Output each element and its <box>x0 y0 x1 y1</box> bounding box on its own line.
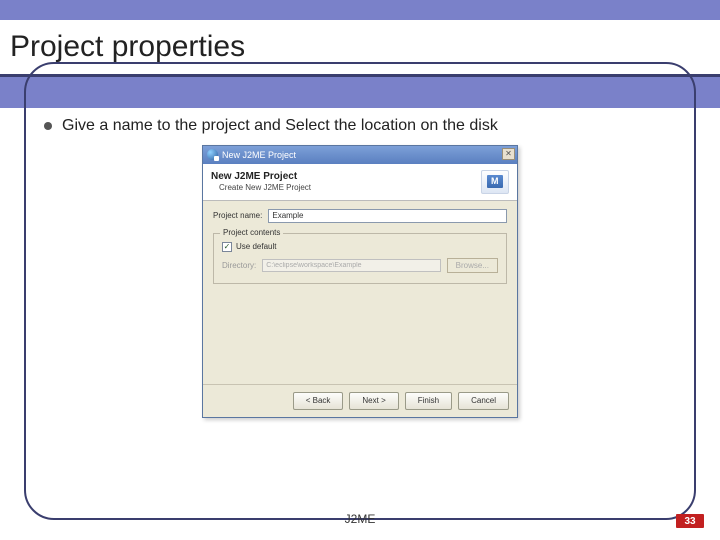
slide-content: Give a name to the project and Select th… <box>44 116 676 498</box>
dialog-header-subtitle: Create New J2ME Project <box>211 183 311 192</box>
directory-row: Directory: Browse... <box>222 258 498 273</box>
group-legend: Project contents <box>220 228 283 237</box>
use-default-checkbox[interactable]: ✓ <box>222 242 232 252</box>
finish-label: Finish <box>418 396 439 405</box>
project-name-input[interactable] <box>268 209 507 223</box>
directory-label: Directory: <box>222 261 256 270</box>
project-name-label: Project name: <box>213 211 262 220</box>
browse-label: Browse... <box>456 261 489 270</box>
dialog-button-bar: < Back Next > Finish Cancel <box>203 385 517 417</box>
bullet-item: Give a name to the project and Select th… <box>44 116 676 137</box>
cancel-label: Cancel <box>471 396 496 405</box>
top-accent-band <box>0 0 720 20</box>
use-default-label: Use default <box>236 242 276 251</box>
bullet-text: Give a name to the project and Select th… <box>62 116 498 137</box>
close-icon: ✕ <box>505 149 512 158</box>
j2me-wizard-icon <box>481 170 509 194</box>
directory-input <box>262 259 440 272</box>
dialog-titlebar[interactable]: New J2ME Project ✕ <box>203 146 517 164</box>
dialog-header: New J2ME Project Create New J2ME Project <box>203 164 517 201</box>
project-contents-group: Project contents ✓ Use default Directory… <box>213 233 507 284</box>
cancel-button[interactable]: Cancel <box>458 392 509 410</box>
finish-button[interactable]: Finish <box>405 392 452 410</box>
back-label: < Back <box>306 396 331 405</box>
page-number-badge: 33 <box>676 514 704 528</box>
wizard-dialog: New J2ME Project ✕ New J2ME Project Crea… <box>202 145 518 418</box>
dialog-window-title: New J2ME Project <box>222 150 296 160</box>
next-label: Next > <box>362 396 385 405</box>
checkmark-icon: ✓ <box>224 243 231 251</box>
close-button[interactable]: ✕ <box>502 148 515 160</box>
dialog-body: Project name: Project contents ✓ Use def… <box>203 201 517 294</box>
use-default-row: ✓ Use default <box>222 242 498 252</box>
browse-button: Browse... <box>447 258 498 273</box>
next-button[interactable]: Next > <box>349 392 398 410</box>
dialog-header-title: New J2ME Project <box>211 171 311 182</box>
eclipse-app-icon <box>207 149 218 160</box>
slide-title: Project properties <box>10 30 245 64</box>
project-name-row: Project name: <box>213 209 507 223</box>
slide-footer: J2ME <box>0 512 720 526</box>
dialog-header-text: New J2ME Project Create New J2ME Project <box>211 171 311 192</box>
back-button[interactable]: < Back <box>293 392 344 410</box>
bullet-dot-icon <box>44 122 52 130</box>
